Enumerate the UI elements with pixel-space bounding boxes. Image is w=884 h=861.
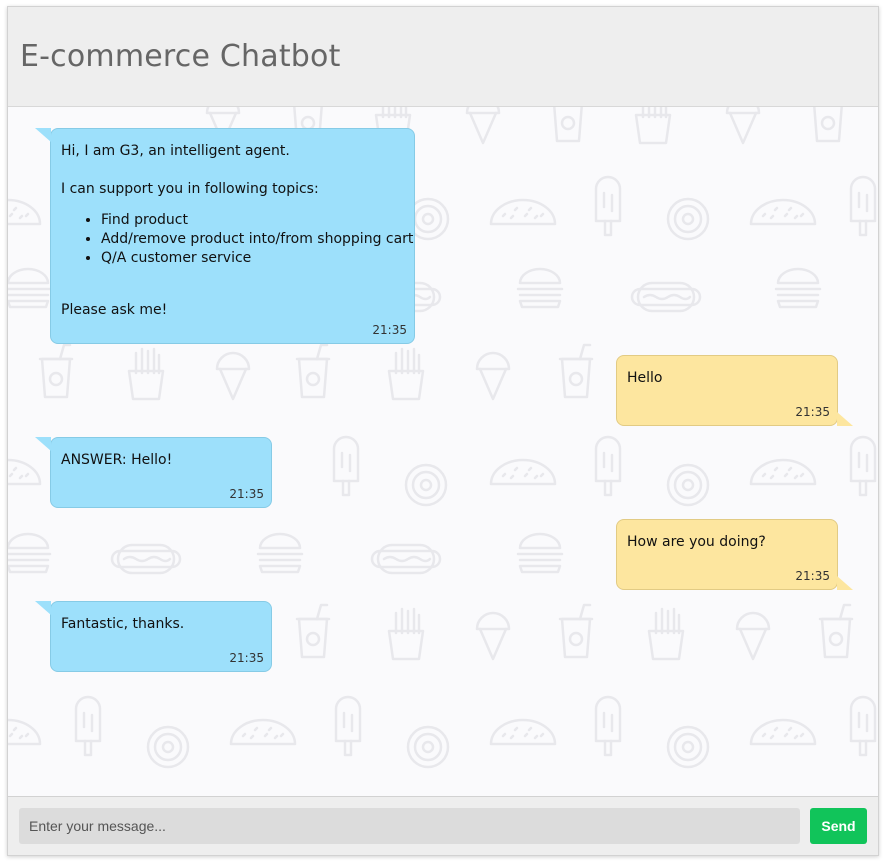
list-item: Q/A customer service: [101, 249, 413, 268]
message-time: 21:35: [229, 651, 264, 665]
outro-text: Please ask me!: [61, 302, 168, 318]
bubble-tail: [35, 128, 51, 142]
composer-bar: Send: [8, 796, 878, 855]
message-time: 21:35: [795, 569, 830, 583]
chatbot-window: E-commerce Chatbot Hi, I am G3, an intel…: [7, 6, 879, 856]
user-message: How are you doing? 21:35: [616, 519, 853, 590]
header: E-commerce Chatbot: [8, 7, 878, 107]
user-message: Hello 21:35: [616, 355, 853, 426]
topics-list: Find product Add/remove product into/fro…: [61, 211, 413, 268]
bot-message: Hi, I am G3, an intelligent agent. I can…: [35, 128, 415, 344]
message-text: Hello: [627, 370, 663, 386]
message-text: How are you doing?: [627, 534, 766, 550]
pattern-row-4: [38, 343, 594, 401]
message-time: 21:35: [229, 487, 264, 501]
pattern-row-6: [8, 532, 564, 575]
pattern-row-7: [295, 603, 854, 661]
message-time: 21:35: [795, 405, 830, 419]
bot-message: ANSWER: Hello! 21:35: [35, 437, 272, 508]
bubble-tail: [35, 437, 51, 451]
send-button[interactable]: Send: [810, 808, 867, 844]
message-text: Hi, I am G3, an intelligent agent. I can…: [61, 141, 413, 320]
list-item: Find product: [101, 211, 413, 230]
page-title: E-commerce Chatbot: [20, 39, 341, 74]
bubble-tail: [35, 601, 51, 615]
message-time: 21:35: [372, 323, 407, 337]
message-text: Fantastic, thanks.: [61, 616, 185, 632]
topics-heading: I can support you in following topics:: [61, 181, 319, 197]
chat-area[interactable]: Hi, I am G3, an intelligent agent. I can…: [8, 107, 878, 796]
bubble-tail: [837, 412, 853, 426]
bot-message: Fantastic, thanks. 21:35: [35, 601, 272, 672]
message-text: ANSWER: Hello!: [61, 452, 173, 468]
message-input[interactable]: [19, 808, 800, 844]
bubble-tail: [837, 576, 853, 590]
list-item: Add/remove product into/from shopping ca…: [101, 230, 413, 249]
intro-text: Hi, I am G3, an intelligent agent.: [61, 143, 290, 159]
pattern-row-8: [8, 695, 877, 769]
